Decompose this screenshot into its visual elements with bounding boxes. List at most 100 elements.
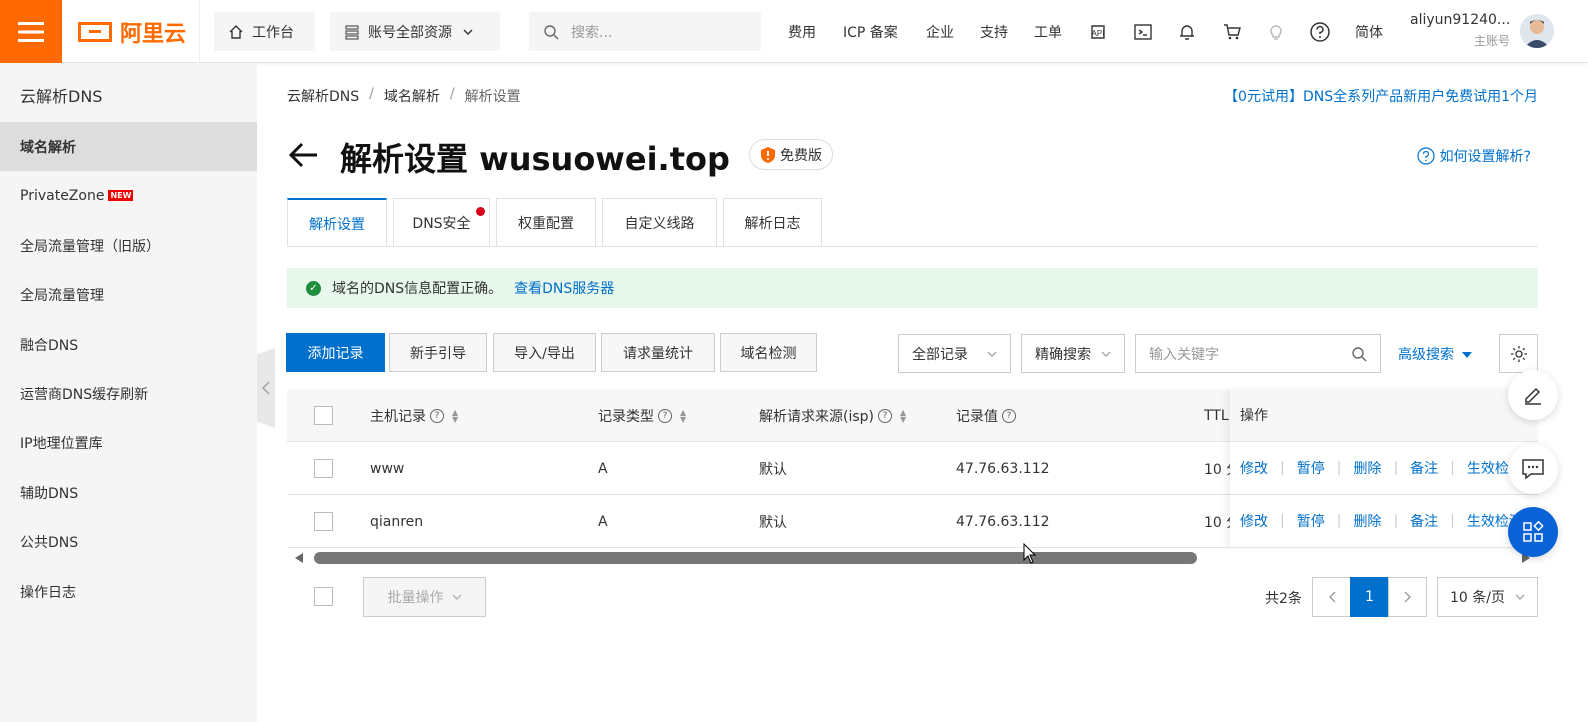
bell-icon[interactable] xyxy=(1175,20,1199,44)
sidebar-item-operation-log[interactable]: 操作日志 xyxy=(0,567,257,616)
howto-link[interactable]: 如何设置解析? xyxy=(1416,146,1531,166)
api-icon[interactable]: API xyxy=(1086,20,1110,44)
nav-link-fees[interactable]: 费用 xyxy=(788,0,816,63)
avatar[interactable] xyxy=(1520,14,1554,48)
record-filter-select[interactable]: 全部记录 xyxy=(898,334,1011,373)
next-page-button[interactable] xyxy=(1388,577,1427,617)
sidebar: 云解析DNS 域名解析 PrivateZone NEW 全局流量管理（旧版） 全… xyxy=(0,63,257,722)
menu-icon xyxy=(18,21,44,42)
hamburger-menu-button[interactable] xyxy=(0,0,62,63)
scrollbar-thumb[interactable] xyxy=(314,552,1197,564)
sidebar-item-secondary-dns[interactable]: 辅助DNS xyxy=(0,468,257,517)
delete-link[interactable]: 删除 xyxy=(1353,511,1381,531)
lightbulb-icon[interactable] xyxy=(1264,20,1288,44)
help-icon[interactable]: ? xyxy=(878,408,892,423)
chevron-down-icon xyxy=(463,29,473,35)
column-actions: 操作 xyxy=(1230,389,1538,442)
resources-dropdown[interactable]: 账号全部资源 xyxy=(330,12,500,51)
sidebar-item-public-dns[interactable]: 公共DNS xyxy=(0,517,257,566)
terminal-icon[interactable] xyxy=(1131,20,1155,44)
question-circle-icon xyxy=(1416,147,1435,165)
sidebar-item-cache-refresh[interactable]: 运营商DNS缓存刷新 xyxy=(0,369,257,418)
search-mode-select[interactable]: 精确搜索 xyxy=(1021,334,1125,373)
scroll-left-arrow-icon[interactable] xyxy=(295,553,303,563)
cart-icon[interactable] xyxy=(1220,20,1244,44)
sidebar-item-privatezone[interactable]: PrivateZone NEW xyxy=(0,171,257,220)
page-size-value: 10 条/页 xyxy=(1450,590,1505,606)
table-settings-button[interactable] xyxy=(1499,334,1538,373)
tab-weight-config[interactable]: 权重配置 xyxy=(496,198,596,247)
tab-custom-line[interactable]: 自定义线路 xyxy=(602,198,717,247)
nav-link-ticket[interactable]: 工单 xyxy=(1034,0,1062,63)
advanced-search-toggle[interactable]: 高级搜索 xyxy=(1398,344,1473,364)
tab-resolution-log[interactable]: 解析日志 xyxy=(723,198,822,247)
help-icon[interactable]: ? xyxy=(658,408,672,423)
global-search-input[interactable]: 搜索... xyxy=(529,12,761,51)
pause-link[interactable]: 暂停 xyxy=(1297,458,1325,478)
sort-icon[interactable]: ▲ ▼ xyxy=(900,408,906,423)
batch-operations-select[interactable]: 批量操作 xyxy=(363,577,486,617)
column-value-label: 记录值 xyxy=(956,408,998,425)
nav-link-icp[interactable]: ICP 备案 xyxy=(843,0,898,63)
chevron-down-icon xyxy=(1101,351,1111,357)
request-stats-button[interactable]: 请求量统计 xyxy=(601,333,715,372)
sidebar-item-domain-resolution[interactable]: 域名解析 xyxy=(0,122,257,171)
row-checkbox[interactable] xyxy=(314,442,333,495)
edit-link[interactable]: 修改 xyxy=(1240,458,1268,478)
footer-select-all-checkbox[interactable] xyxy=(314,587,333,606)
page-size-select[interactable]: 10 条/页 xyxy=(1437,577,1538,617)
chat-button[interactable] xyxy=(1508,444,1558,494)
edit-icon xyxy=(1525,387,1541,405)
tab-dns-security[interactable]: DNS安全 xyxy=(393,198,490,247)
prev-page-button[interactable] xyxy=(1312,577,1351,617)
action-separator: | xyxy=(1336,513,1342,529)
nav-link-support[interactable]: 支持 xyxy=(980,0,1008,63)
cell-host: www xyxy=(370,460,405,477)
import-export-button[interactable]: 导入/导出 xyxy=(493,333,596,372)
column-type[interactable]: 记录类型 ? ▲ ▼ xyxy=(598,389,686,442)
column-host[interactable]: 主机记录 ? ▲ ▼ xyxy=(370,389,458,442)
edition-label: 免费版 xyxy=(780,147,822,164)
checkbox-box xyxy=(314,406,333,425)
sidebar-collapse-handle[interactable] xyxy=(257,348,275,428)
promo-link[interactable]: 【0元试用】DNS全系列产品新用户免费试用1个月 xyxy=(1224,86,1538,106)
note-link[interactable]: 备注 xyxy=(1410,458,1438,478)
horizontal-scrollbar[interactable] xyxy=(287,550,1538,566)
domain-check-button[interactable]: 域名检测 xyxy=(720,333,817,372)
sort-icon[interactable]: ▲ ▼ xyxy=(452,408,458,423)
advanced-search-label: 高级搜索 xyxy=(1398,347,1454,363)
user-info[interactable]: aliyun91240... 主账号 xyxy=(1410,12,1510,49)
sort-icon[interactable]: ▲ ▼ xyxy=(680,408,686,423)
feedback-edit-button[interactable] xyxy=(1508,370,1558,420)
breadcrumb-item[interactable]: 域名解析 xyxy=(384,86,440,106)
note-link[interactable]: 备注 xyxy=(1410,511,1438,531)
breadcrumb-item[interactable]: 云解析DNS xyxy=(287,86,359,106)
search-icon[interactable] xyxy=(1351,346,1367,362)
nav-link-enterprise[interactable]: 企业 xyxy=(926,0,954,63)
back-arrow-icon[interactable] xyxy=(287,138,321,172)
sidebar-item-gtm-legacy[interactable]: 全局流量管理（旧版） xyxy=(0,221,257,270)
apps-button[interactable] xyxy=(1508,507,1558,557)
language-switch[interactable]: 简体 xyxy=(1355,0,1383,63)
help-icon[interactable] xyxy=(1308,20,1332,44)
column-isp[interactable]: 解析请求来源(isp) ? ▲ ▼ xyxy=(759,389,906,442)
action-separator: | xyxy=(1393,513,1399,529)
view-dns-servers-link[interactable]: 查看DNS服务器 xyxy=(514,278,614,298)
delete-link[interactable]: 删除 xyxy=(1353,458,1381,478)
add-record-button[interactable]: 添加记录 xyxy=(286,333,385,372)
help-icon[interactable]: ? xyxy=(430,408,444,423)
sidebar-item-gtm[interactable]: 全局流量管理 xyxy=(0,270,257,319)
tab-resolution-settings[interactable]: 解析设置 xyxy=(287,198,387,247)
sidebar-item-fusion-dns[interactable]: 融合DNS xyxy=(0,320,257,369)
workbench-button[interactable]: 工作台 xyxy=(214,12,315,51)
pause-link[interactable]: 暂停 xyxy=(1297,511,1325,531)
aliyun-logo[interactable]: 阿里云 xyxy=(78,0,186,63)
guide-button[interactable]: 新手引导 xyxy=(389,333,487,372)
row-checkbox[interactable] xyxy=(314,495,333,548)
select-all-checkbox[interactable] xyxy=(314,389,333,442)
sidebar-item-ip-geo[interactable]: IP地理位置库 xyxy=(0,418,257,467)
edit-link[interactable]: 修改 xyxy=(1240,511,1268,531)
help-icon[interactable]: ? xyxy=(1002,408,1016,423)
keyword-search-input[interactable]: 输入关键字 xyxy=(1135,334,1381,373)
page-number-current[interactable]: 1 xyxy=(1350,577,1389,617)
